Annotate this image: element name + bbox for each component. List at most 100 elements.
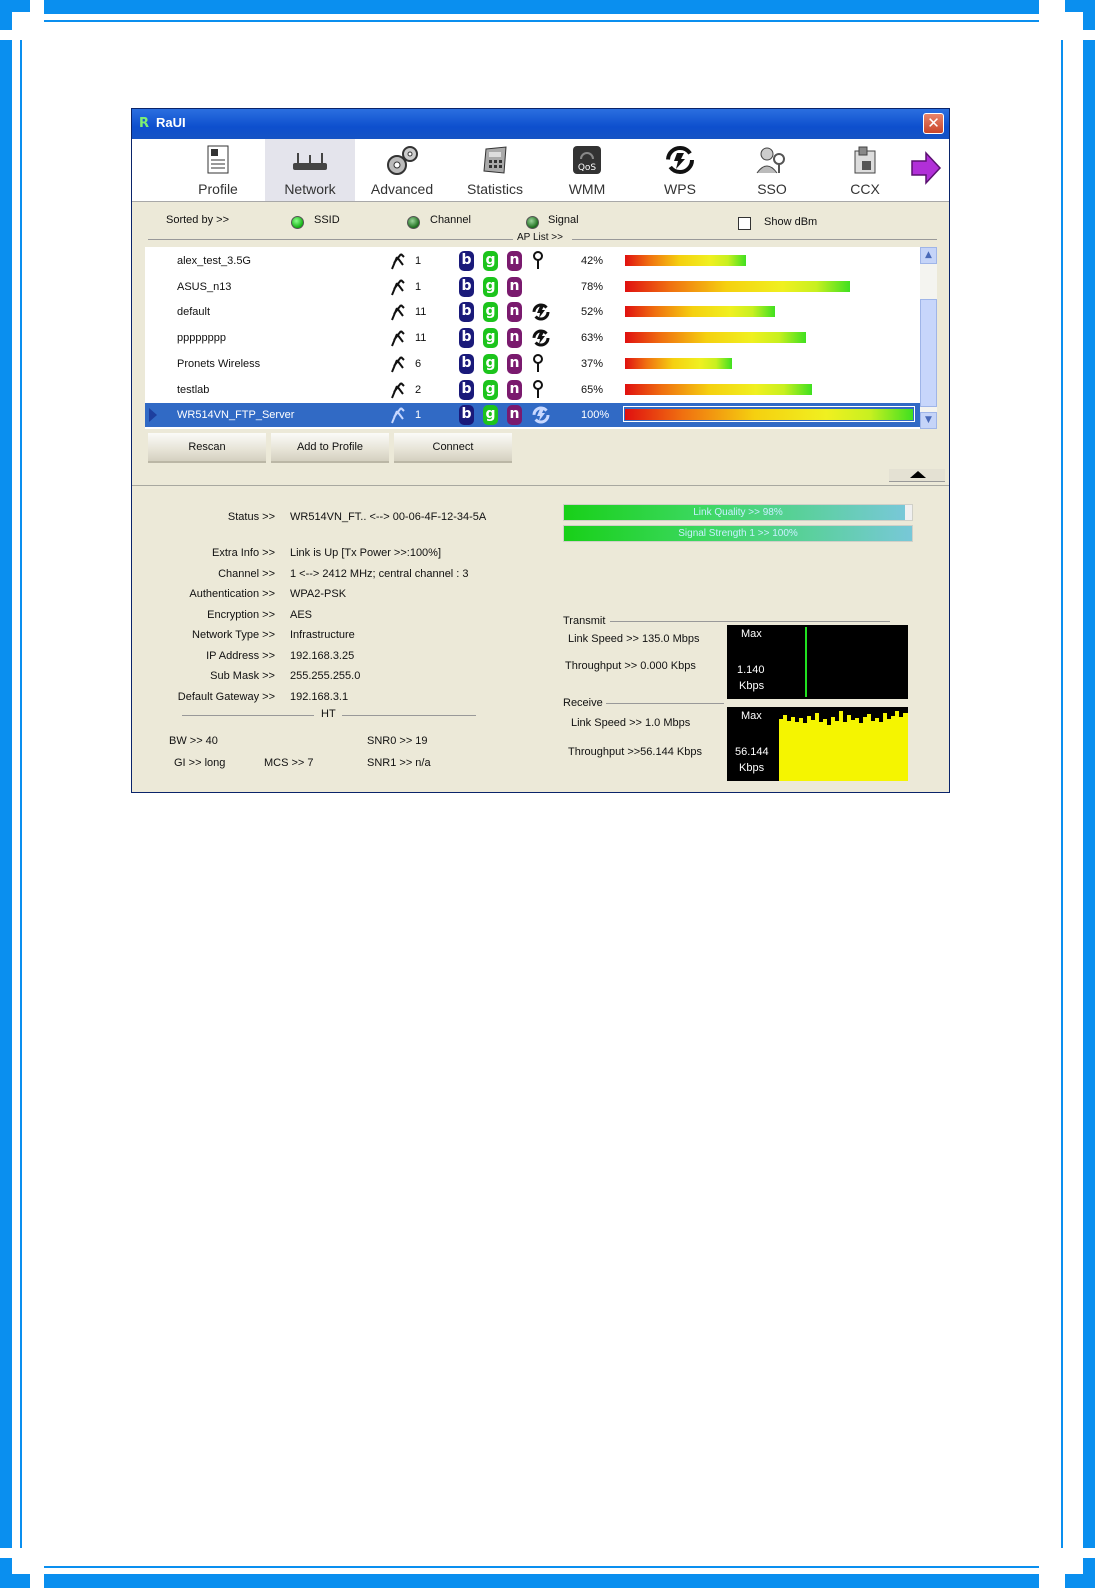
tab-profile[interactable]: Profile — [173, 139, 263, 201]
app-logo-icon: R — [139, 116, 150, 131]
raui-window: R RaUI ✕ Profile Network Advanced Statis… — [131, 108, 950, 793]
sort-channel-radio[interactable] — [407, 216, 420, 229]
sort-ssid-radio[interactable] — [291, 216, 304, 229]
statistics-icon — [483, 146, 507, 174]
tab-wps[interactable]: WPS — [635, 139, 725, 201]
tab-wps-label: WPS — [664, 181, 696, 197]
signal-strength-bar: Signal Strength 1 >> 100% — [563, 525, 913, 542]
frame-top-bar — [44, 0, 1039, 14]
channel-antenna-icon — [391, 356, 405, 373]
ap-signal-percent: 42% — [581, 255, 604, 267]
mode-n-icon: n — [507, 276, 522, 297]
scroll-up-button[interactable]: ▲ — [920, 247, 937, 264]
extra-info-label: Extra Info >> — [212, 547, 275, 559]
show-dbm-checkbox[interactable] — [738, 217, 751, 230]
ap-list-scrollbar[interactable]: ▲ ▼ — [920, 247, 937, 429]
advanced-icon — [387, 146, 418, 175]
section-divider — [132, 485, 949, 486]
close-icon: ✕ — [927, 114, 940, 132]
transmit-graph-trace — [805, 627, 807, 697]
transmit-link-speed: Link Speed >> 135.0 Mbps — [568, 633, 700, 645]
connect-button[interactable]: Connect — [394, 433, 512, 463]
ap-list-row[interactable]: WR514VN_FTP_Server 1 b g n 100% — [145, 403, 920, 428]
receive-title: Receive — [563, 697, 603, 709]
receive-rule — [606, 703, 724, 704]
rescan-button[interactable]: Rescan — [148, 433, 266, 463]
sort-signal-label: Signal — [548, 214, 579, 226]
ip-address-value: 192.168.3.25 — [290, 650, 355, 662]
wps-security-icon — [532, 303, 550, 321]
tab-profile-label: Profile — [198, 181, 238, 197]
network-icon — [293, 153, 327, 170]
ap-list-row[interactable]: default 11 b g n 52% — [145, 300, 920, 324]
frame-corner-notch-tl — [12, 12, 30, 30]
tab-network[interactable]: Network — [265, 139, 355, 201]
channel-antenna-icon — [391, 278, 405, 296]
channel-label: Channel >> — [218, 568, 275, 580]
ht-title: HT — [321, 708, 336, 720]
transmit-graph-unit: Kbps — [739, 680, 765, 692]
mode-b-icon: b — [459, 405, 474, 426]
frame-left-bar — [0, 40, 12, 1548]
sort-channel-label: Channel — [430, 214, 471, 226]
tab-advanced-label: Advanced — [370, 181, 434, 197]
receive-graph-trace — [779, 711, 908, 781]
transmit-title: Transmit — [563, 615, 606, 627]
transmit-throughput: Throughput >> 0.000 Kbps — [565, 660, 696, 672]
show-dbm-label: Show dBm — [764, 216, 818, 228]
ap-ssid: alex_test_3.5G — [177, 255, 251, 267]
mode-g-icon: g — [483, 276, 498, 297]
ht-snr1: SNR1 >> n/a — [367, 757, 431, 769]
ap-list-row[interactable]: ASUS_n13 1 b g n 78% — [145, 275, 920, 299]
tab-wmm[interactable]: QoS WMM — [542, 139, 632, 201]
scroll-thumb[interactable] — [920, 299, 937, 407]
default-gateway-value: 192.168.3.1 — [290, 691, 349, 703]
ap-signal-bar — [625, 255, 746, 266]
channel-antenna-icon — [391, 304, 405, 321]
tab-ccx-label: CCX — [850, 181, 880, 197]
mode-b-icon: b — [459, 379, 474, 400]
mode-g-icon: g — [483, 302, 498, 323]
title-bar[interactable]: R RaUI ✕ — [132, 109, 949, 139]
frame-inner-left — [20, 40, 22, 1548]
key-icon — [533, 353, 543, 372]
ht-rule-right — [342, 715, 476, 716]
mode-b-icon: b — [459, 276, 474, 297]
wps-icon — [666, 146, 694, 174]
ap-list-row[interactable]: Pronets Wireless 6 b g n 37% — [145, 352, 920, 376]
receive-graph-unit: Kbps — [739, 762, 765, 774]
tab-statistics[interactable]: Statistics — [450, 139, 540, 201]
ht-rule-left — [182, 715, 314, 716]
next-arrow-icon[interactable] — [910, 151, 942, 185]
mode-b-icon: b — [459, 328, 474, 349]
ap-list-row[interactable]: pppppppp 11 b g n 63% — [145, 326, 920, 350]
ap-ssid: default — [177, 306, 211, 319]
receive-link-speed: Link Speed >> 1.0 Mbps — [571, 717, 691, 729]
tab-ccx[interactable]: CCX — [820, 139, 910, 201]
tab-sso-label: SSO — [757, 181, 787, 197]
scroll-down-button[interactable]: ▼ — [920, 412, 937, 429]
sub-mask-label: Sub Mask >> — [210, 670, 275, 682]
ap-list-row[interactable]: alex_test_3.5G 1 b g n 42% — [145, 249, 920, 273]
sort-signal-radio[interactable] — [526, 216, 539, 229]
mode-n-icon: n — [507, 328, 522, 349]
tab-sso[interactable]: SSO — [727, 139, 817, 201]
status-value: WR514VN_FT.. <--> 00-06-4F-12-34-5A — [290, 511, 487, 523]
ap-list-row[interactable]: testlab 2 b g n 65% — [145, 378, 920, 402]
transmit-graph-value: 1.140 — [737, 664, 765, 676]
ap-signal-bar — [625, 357, 732, 369]
collapse-up-button[interactable] — [889, 469, 945, 482]
ap-channel: 1 — [415, 280, 422, 293]
ap-ssid: WR514VN_FTP_Server — [177, 409, 295, 422]
channel-antenna-icon — [391, 407, 405, 424]
default-gateway-label: Default Gateway >> — [177, 691, 275, 703]
mode-n-icon: n — [507, 405, 522, 426]
authentication-value: WPA2-PSK — [290, 588, 347, 600]
tab-advanced[interactable]: Advanced — [357, 139, 447, 201]
encryption-label: Encryption >> — [207, 609, 275, 621]
frame-inner-right — [1061, 40, 1063, 1548]
ccx-icon — [854, 146, 876, 174]
add-to-profile-button[interactable]: Add to Profile — [271, 433, 389, 463]
channel-antenna-icon — [391, 330, 405, 347]
close-button[interactable]: ✕ — [923, 113, 944, 134]
